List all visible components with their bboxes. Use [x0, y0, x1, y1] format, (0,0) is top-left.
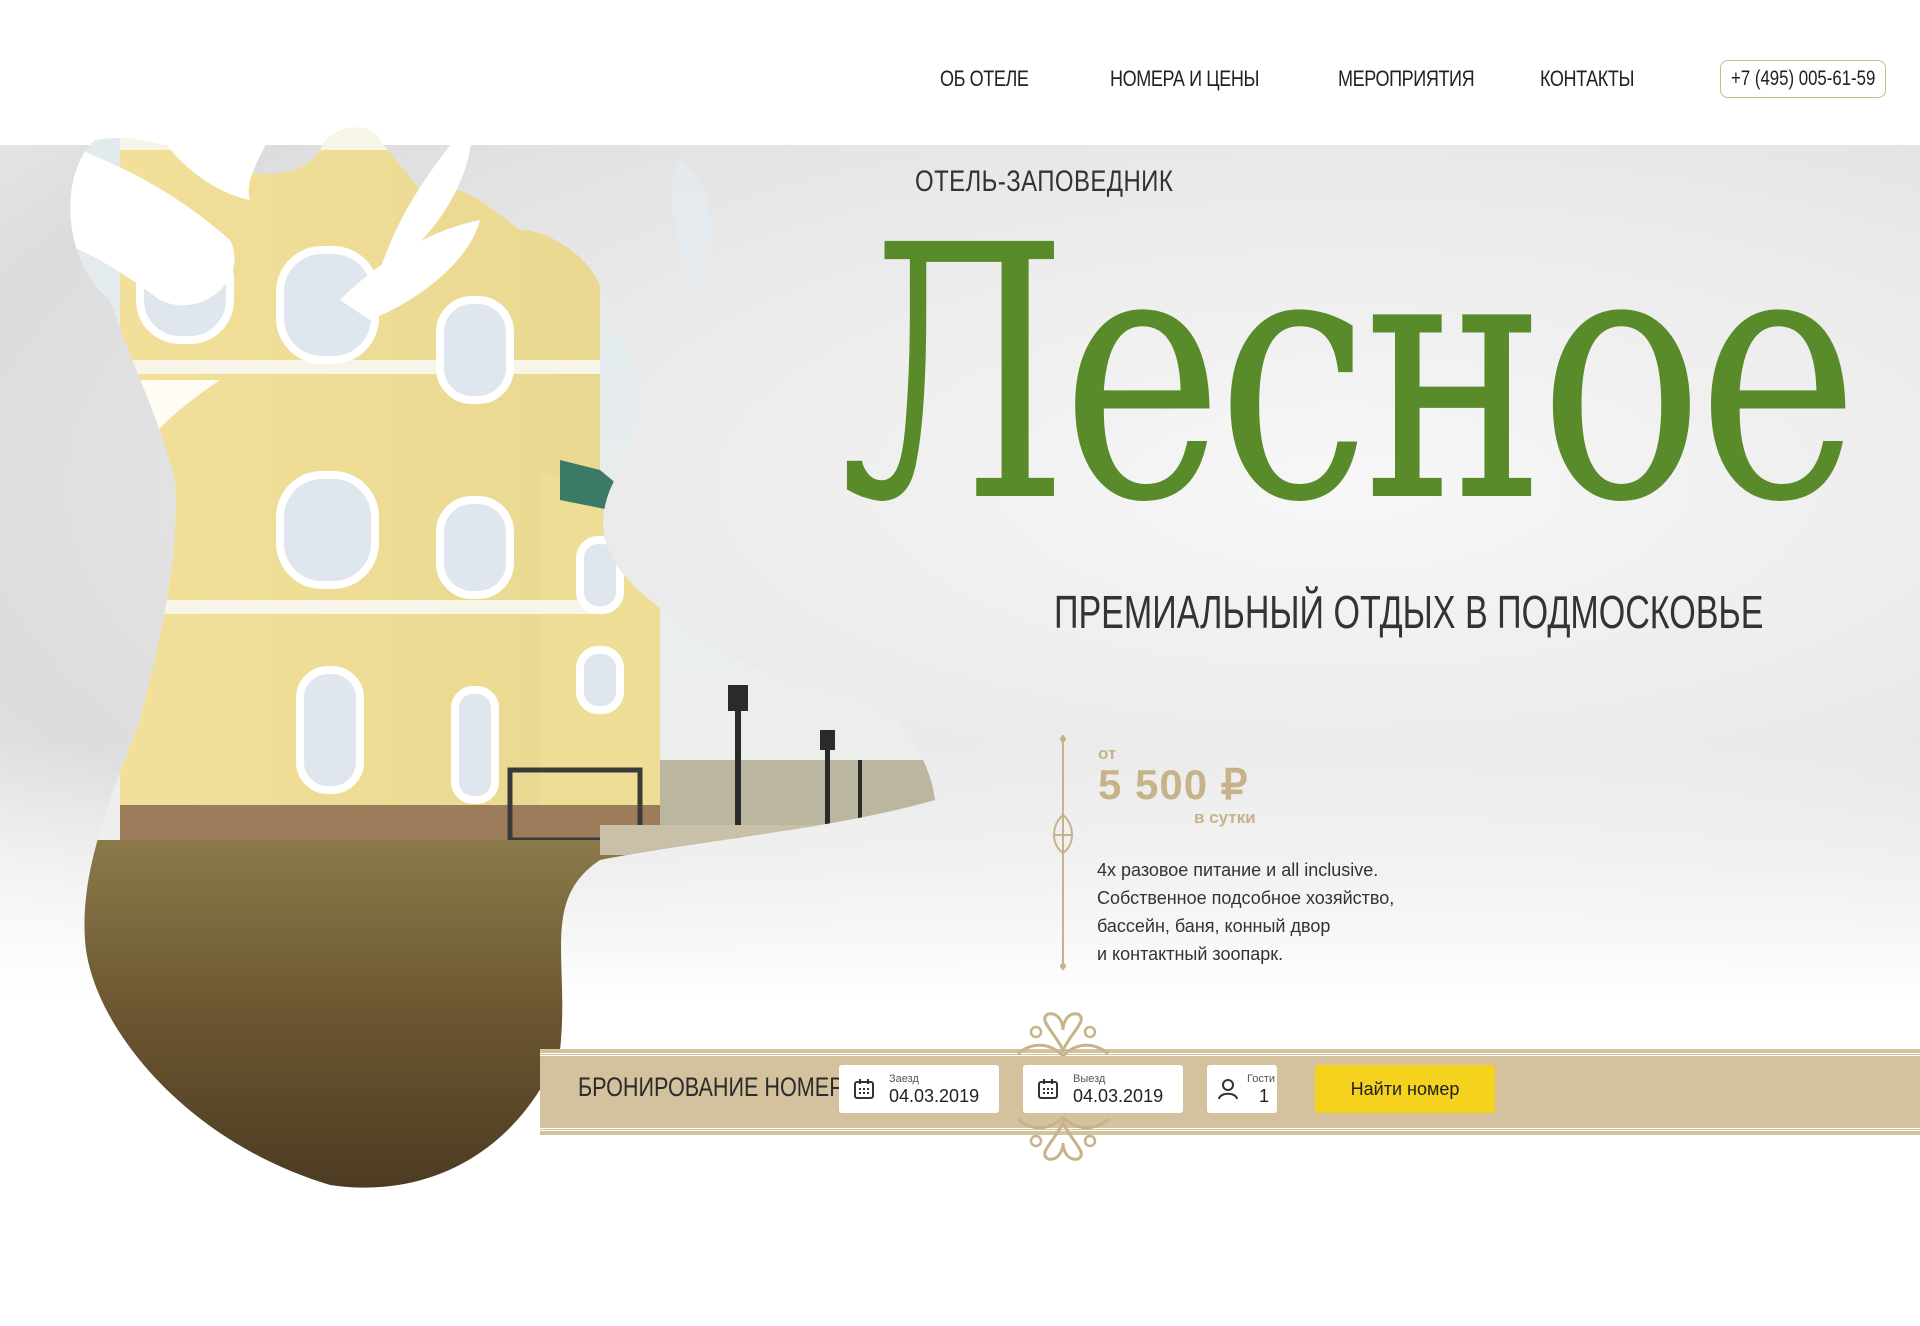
ornament-vertical-icon [1053, 735, 1073, 970]
hero-description: 4х разовое питание и all inclusive. Собс… [1097, 856, 1477, 968]
price-unit: в сутки [1194, 808, 1256, 827]
description-line: 4х разовое питание и all inclusive. [1097, 860, 1379, 880]
top-navigation: ОБ ОТЕЛЕ НОМЕРА И ЦЕНЫ МЕРОПРИЯТИЯ КОНТА… [0, 60, 1920, 100]
guests-value: 1 [1259, 1086, 1270, 1106]
checkin-label: Заезд [889, 1073, 919, 1085]
checkout-label: Выезд [1073, 1073, 1106, 1085]
description-line: и контактный зоопарк. [1097, 944, 1284, 964]
hero-subtitle: ПРЕМИАЛЬНЫЙ ОТДЫХ В ПОДМОСКОВЬЕ [1054, 586, 1764, 638]
hotel-photo-deer-silhouette [70, 40, 935, 1188]
phone-button[interactable]: +7 (495) 005-61-59 [1720, 60, 1886, 98]
find-room-button[interactable]: Найти номер [1315, 1065, 1495, 1113]
nav-events[interactable]: МЕРОПРИЯТИЯ [1338, 66, 1475, 92]
calendar-icon [1038, 1079, 1058, 1099]
checkin-value: 04.03.2019 [889, 1086, 980, 1106]
guests-field[interactable]: Гости 1 [1207, 1065, 1277, 1113]
nav-about[interactable]: ОБ ОТЕЛЕ [940, 66, 1029, 92]
calendar-icon [854, 1079, 874, 1099]
nav-rooms-prices[interactable]: НОМЕРА И ЦЕНЫ [1110, 66, 1259, 92]
description-line: бассейн, баня, конный двор [1097, 916, 1331, 936]
guests-label: Гости [1247, 1073, 1276, 1085]
nav-contacts[interactable]: КОНТАКТЫ [1540, 66, 1634, 92]
ornament-bottom-icon [1016, 1115, 1110, 1161]
checkin-field[interactable]: Заезд 04.03.2019 [839, 1065, 999, 1113]
booking-title: БРОНИРОВАНИЕ НОМЕРОВ [578, 1072, 875, 1102]
price-value: 5 500 ₽ [1098, 761, 1249, 808]
hero-title: Лесное [840, 171, 1859, 579]
ornament-top-icon [1016, 1012, 1110, 1058]
phone-number: +7 (495) 005-61-59 [1730, 67, 1876, 90]
checkout-value: 04.03.2019 [1073, 1086, 1164, 1106]
checkout-field[interactable]: Выезд 04.03.2019 [1023, 1065, 1183, 1113]
description-line: Собственное подсобное хозяйство, [1097, 888, 1395, 908]
user-icon [1218, 1079, 1238, 1100]
